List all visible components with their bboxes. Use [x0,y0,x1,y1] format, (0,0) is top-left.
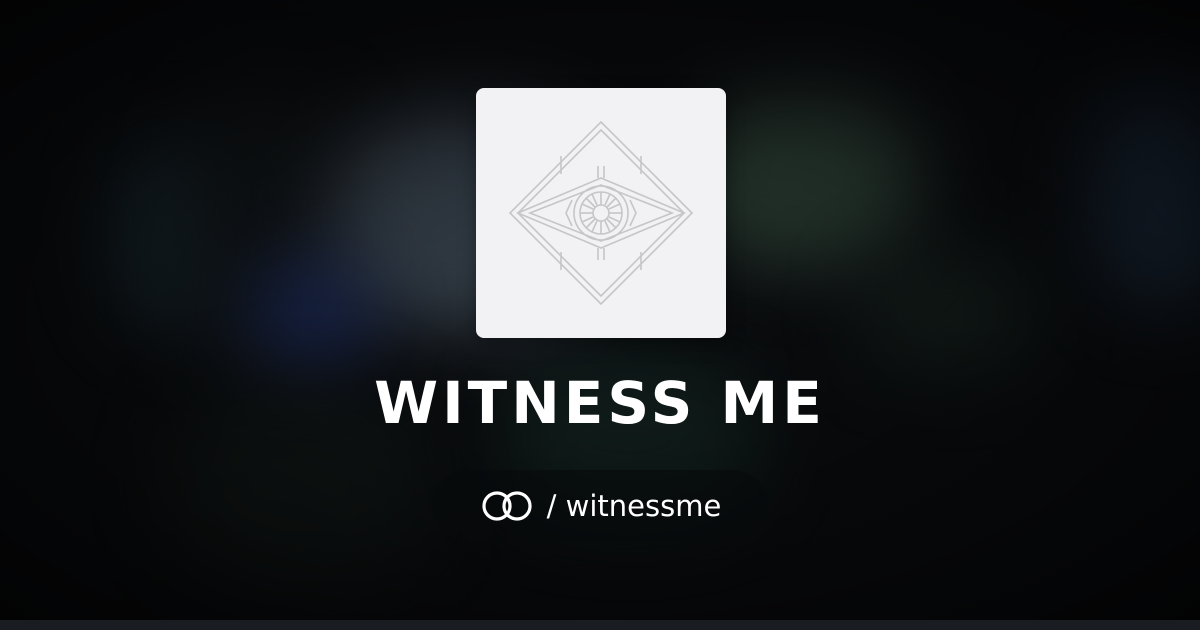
profile-logo [476,88,726,338]
linked-rings-icon [479,489,535,523]
eye-diamond-icon [508,120,694,306]
handle-text: / witnessme [547,489,722,523]
profile-handle-link[interactable]: / witnessme [432,470,768,542]
handle-username: witnessme [565,489,722,523]
profile-title: WITNESS ME [374,369,826,437]
share-card: WITNESS ME / witnessme [0,0,1200,630]
handle-separator: / [546,489,557,523]
bottom-strip [0,620,1200,630]
